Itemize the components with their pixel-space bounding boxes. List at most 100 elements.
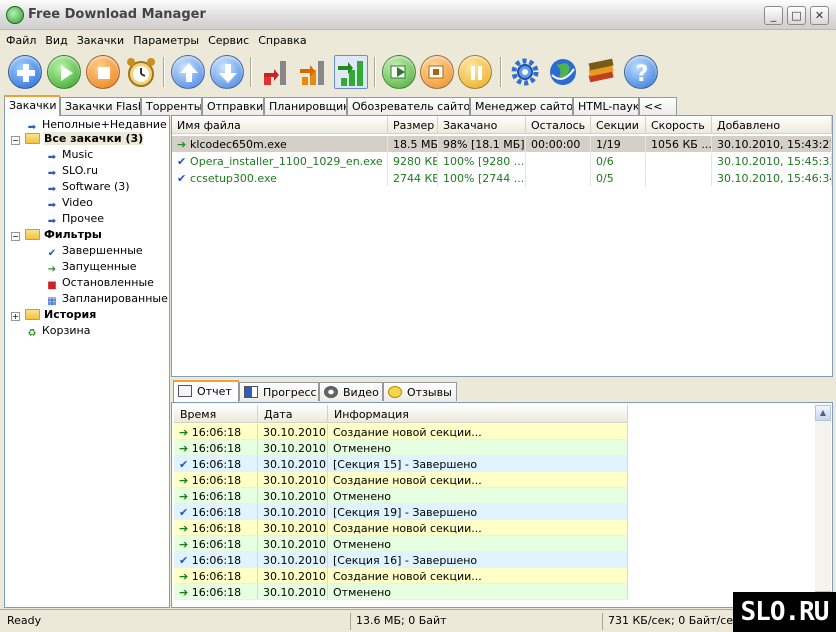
skins-button[interactable] [584, 55, 618, 89]
tree-item-all[interactable]: Все закачки (3) [25, 132, 144, 148]
speed-low-button[interactable] [258, 55, 292, 89]
log-time: 16:06:18 [191, 442, 242, 455]
column-header-remaining[interactable]: Осталось [526, 116, 591, 134]
tab-log[interactable]: Отчет [173, 380, 239, 402]
expand-toggle[interactable]: + [11, 312, 20, 321]
move-up-button[interactable] [171, 55, 205, 89]
tree-item-category[interactable]: ➡ Video [45, 196, 93, 212]
log-time-cell: ➔ 16:06:18 [174, 584, 258, 600]
tab-scheduler[interactable]: Планировщик [264, 97, 347, 115]
speed-cell [646, 170, 712, 186]
column-header-added[interactable]: Добавлено [712, 116, 832, 134]
download-row[interactable]: ➔ klcodec650m.exe 18.5 МБ 98% [18.1 МБ] … [172, 136, 832, 152]
tree-item-category[interactable]: ➡ Software (3) [45, 180, 130, 196]
log-time-cell: ✔ 16:06:18 [174, 552, 258, 568]
log-row[interactable]: ✔ 16:06:18 30.10.2010 [Секция 16] - Заверш… [174, 552, 629, 568]
tree-item-filter[interactable]: ▦ Запланированные [45, 292, 168, 308]
tab-progress[interactable]: Прогресс [239, 382, 319, 401]
log-date-cell: 30.10.2010 [258, 440, 328, 456]
move-down-button[interactable] [210, 55, 244, 89]
tree-item-filters[interactable]: Фильтры [25, 228, 102, 244]
log-scrollbar[interactable]: ▲ ▼ [815, 405, 831, 607]
toolbar-separator [250, 57, 252, 87]
column-header-filename[interactable]: Имя файла [172, 116, 388, 134]
log-time: 16:06:18 [191, 538, 242, 551]
log-time-cell: ➔ 16:06:18 [174, 488, 258, 504]
tab-video[interactable]: Видео [319, 382, 383, 401]
tree-item-filter[interactable]: ✔ Завершенные [45, 244, 143, 260]
books-icon [588, 58, 614, 83]
minimize-button[interactable]: _ [764, 6, 783, 25]
tree-item-category[interactable]: ➡ Music [45, 148, 94, 164]
expand-toggle[interactable]: − [11, 136, 20, 145]
menu-view[interactable]: Вид [39, 31, 70, 47]
column-header-size[interactable]: Размер [388, 116, 438, 134]
log-time: 16:06:18 [191, 490, 242, 503]
log-row[interactable]: ➔ 16:06:18 30.10.2010 Отменено [174, 488, 629, 504]
tab-uploads[interactable]: Отправки [202, 97, 264, 115]
download-row[interactable]: ✔ Opera_installer_1100_1029_en.exe 9280 … [172, 153, 832, 169]
start-all-button[interactable] [382, 55, 416, 89]
pause-all-button[interactable] [458, 55, 492, 89]
log-row[interactable]: ➔ 16:06:18 30.10.2010 Отменено [174, 536, 629, 552]
log-header-date[interactable]: Дата [258, 405, 328, 423]
tree-item-filter[interactable]: ■ Остановленные [45, 276, 154, 292]
maximize-button[interactable]: □ [787, 6, 806, 25]
scroll-up-arrow-icon[interactable]: ▲ [815, 405, 831, 421]
column-header-downloaded[interactable]: Закачано [438, 116, 526, 134]
stop-button[interactable] [86, 55, 120, 89]
log-row[interactable]: ✔ 16:06:18 30.10.2010 [Секция 15] - Заверш… [174, 456, 629, 472]
arrow-right-icon: ➔ [179, 474, 189, 487]
menu-help[interactable]: Справка [252, 31, 309, 47]
log-row[interactable]: ➔ 16:06:18 30.10.2010 Создание новой секци… [174, 472, 629, 488]
tab-torrents[interactable]: Торренты [141, 97, 202, 115]
tab-site-explorer[interactable]: Обозреватель сайтов [347, 97, 470, 115]
log-row[interactable]: ➔ 16:06:18 30.10.2010 Отменено [174, 440, 629, 456]
add-download-button[interactable] [8, 55, 42, 89]
toolbar-separator [374, 57, 376, 87]
info-tabs: Отчет Прогресс Видео Отзывы [171, 380, 833, 402]
menu-file[interactable]: Файл [0, 31, 39, 47]
pause-all-icon [471, 66, 482, 80]
log-row[interactable]: ➔ 16:06:18 30.10.2010 Создание новой секци… [174, 568, 629, 584]
schedule-button[interactable] [124, 55, 158, 89]
log-row[interactable]: ➔ 16:06:18 30.10.2010 Создание новой секци… [174, 520, 629, 536]
tree-item-history[interactable]: История [25, 308, 96, 324]
column-header-sections[interactable]: Секции [591, 116, 646, 134]
settings-button[interactable] [508, 55, 542, 89]
tab-html-spider[interactable]: HTML-паук [573, 97, 639, 115]
help-button[interactable]: ? [624, 55, 658, 89]
tab-scroll-button[interactable]: << [639, 97, 677, 115]
log-time: 16:06:18 [191, 426, 242, 439]
download-row[interactable]: ✔ ccsetup300.exe 2744 КБ 100% [2744 ... … [172, 170, 832, 186]
tree-item-category[interactable]: ➡ SLO.ru [45, 164, 98, 180]
tree-item-category[interactable]: ➡ Прочее [45, 212, 104, 228]
tab-downloads[interactable]: Закачки [4, 95, 60, 116]
speed-cell: 1056 КБ ... [646, 136, 712, 152]
log-row[interactable]: ➔ 16:06:18 30.10.2010 Создание новой секци… [174, 424, 629, 440]
menu-downloads[interactable]: Закачки [71, 31, 127, 47]
log-header-time[interactable]: Время [174, 405, 258, 423]
close-button[interactable]: ✕ [810, 6, 829, 25]
menu-tools[interactable]: Сервис [202, 31, 252, 47]
arrow-right-icon: ➔ [179, 442, 189, 455]
tree-item-filter[interactable]: ➔ Запущенные [45, 260, 137, 276]
log-row[interactable]: ➔ 16:06:18 30.10.2010 Отменено [174, 584, 629, 600]
tab-site-manager[interactable]: Менеджер сайтов [470, 97, 573, 115]
speed-medium-button[interactable] [296, 55, 330, 89]
log-header-info[interactable]: Информация [328, 405, 628, 423]
arrows-icon: ➡ [47, 216, 57, 227]
tab-reviews[interactable]: Отзывы [383, 382, 457, 401]
log-info-cell: Создание новой секции... [328, 424, 628, 440]
expand-toggle[interactable]: − [11, 232, 20, 241]
site-explorer-button[interactable] [546, 55, 580, 89]
log-row[interactable]: ✔ 16:06:18 30.10.2010 [Секция 19] - Заверш… [174, 504, 629, 520]
start-button[interactable] [47, 55, 81, 89]
tab-flash-downloads[interactable]: Закачки Flash [60, 97, 141, 115]
column-header-speed[interactable]: Скорость [646, 116, 712, 134]
stop-all-button[interactable] [420, 55, 454, 89]
menu-options[interactable]: Параметры [127, 31, 202, 47]
speed-cell [646, 153, 712, 169]
speed-high-button[interactable] [334, 55, 368, 89]
tree-item-trash[interactable]: ♻ Корзина [25, 324, 91, 340]
